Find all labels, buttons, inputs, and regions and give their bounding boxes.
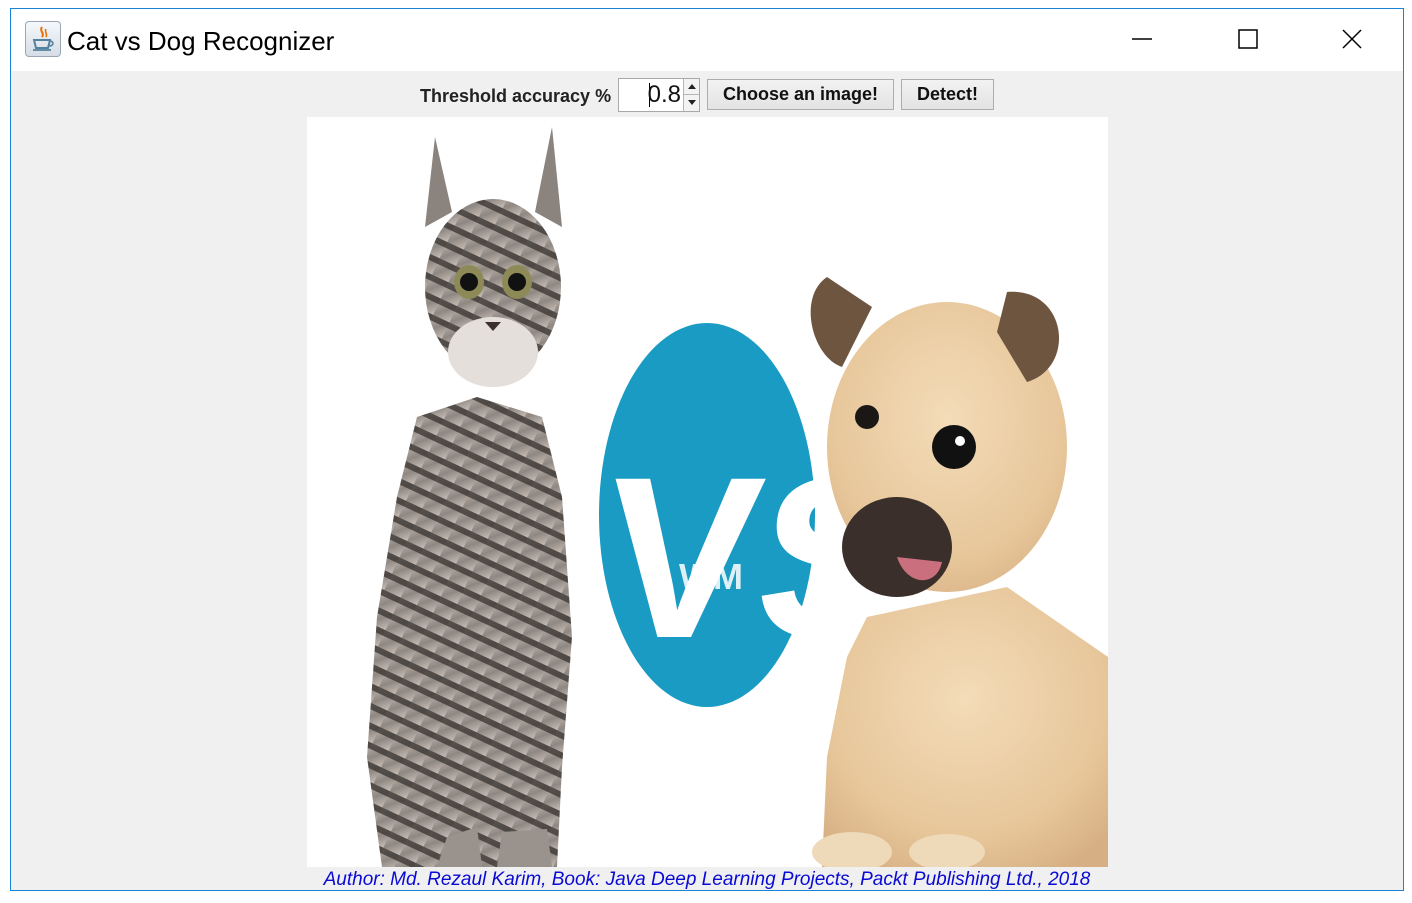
close-icon — [1342, 29, 1362, 49]
maximize-button[interactable] — [1195, 9, 1299, 69]
cat-illustration — [367, 127, 572, 867]
app-window: Cat vs Dog Recognizer Threshold accuracy… — [10, 8, 1404, 891]
watermark-text: WM — [679, 556, 743, 597]
threshold-label: Threshold accuracy % — [420, 86, 612, 106]
arrow-up-icon — [688, 84, 696, 89]
threshold-value[interactable]: 0.8 — [648, 82, 681, 108]
choose-image-button[interactable]: Choose an image! — [707, 79, 894, 110]
close-button[interactable] — [1299, 9, 1403, 69]
detect-button[interactable]: Detect! — [901, 79, 994, 110]
spinner-up-button[interactable] — [683, 79, 699, 95]
cat-vs-dog-image: VS WM — [367, 127, 1108, 867]
window-title: Cat vs Dog Recognizer — [67, 26, 335, 56]
arrow-down-icon — [688, 100, 696, 105]
toolbar: Threshold accuracy % 0.8 Choose an image… — [11, 71, 1403, 117]
maximize-icon — [1238, 29, 1258, 49]
author-credit: Author: Md. Rezaul Karim, Book: Java Dee… — [323, 869, 1091, 890]
threshold-spinner[interactable]: 0.8 — [618, 78, 700, 112]
pug-illustration — [810, 277, 1108, 867]
minimize-button[interactable] — [1089, 9, 1193, 69]
image-preview: VS WM — [307, 117, 1108, 867]
spinner-down-button[interactable] — [683, 95, 699, 111]
title-bar[interactable]: Cat vs Dog Recognizer — [11, 9, 1403, 71]
java-coffee-icon[interactable] — [25, 21, 61, 57]
minimize-icon — [1132, 38, 1152, 40]
